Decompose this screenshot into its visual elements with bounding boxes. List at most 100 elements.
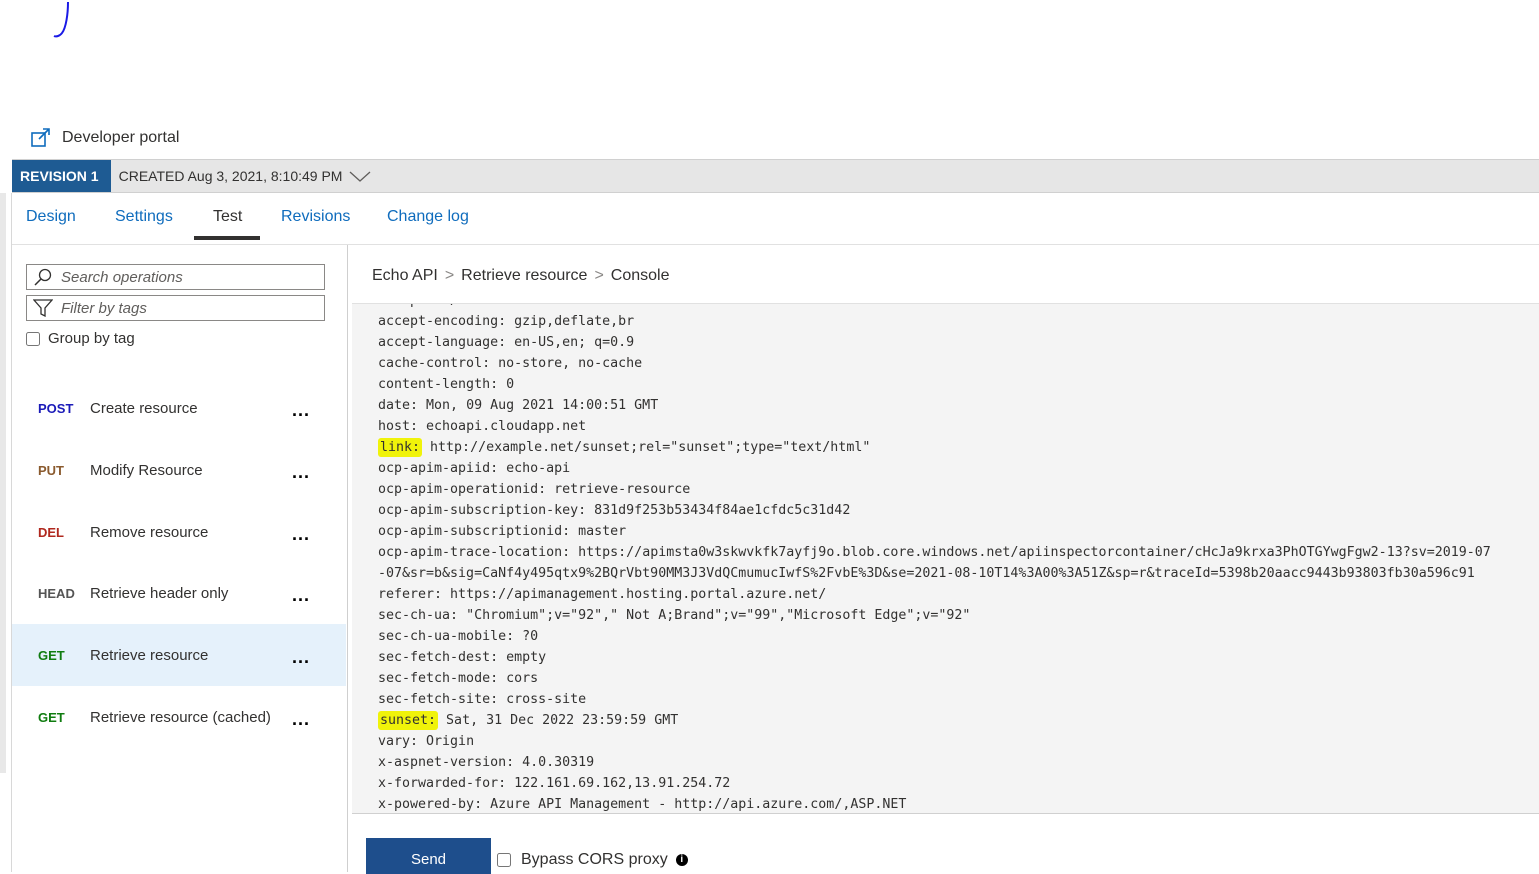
info-icon[interactable]: i — [675, 854, 688, 866]
tab-test[interactable]: Test — [213, 208, 242, 226]
bypass-cors-proxy[interactable]: Bypass CORS proxy i — [497, 851, 688, 869]
operation-name: Remove resource — [90, 523, 209, 541]
header-key: sec-ch-ua-mobile: — [378, 629, 515, 644]
operation-item[interactable]: HEAD Retrieve header only ... — [12, 562, 346, 624]
operations-panel: Group by tag POST Create resource ... PU… — [12, 245, 348, 872]
header-key: x-aspnet-version: — [378, 755, 515, 770]
more-options-icon[interactable]: ... — [292, 586, 310, 604]
console-line: host: echoapi.cloudapp.net — [378, 416, 1491, 437]
header-value: -07&sr=b&sig=CaNf4y495qtx9%2BQrVbt90MM3J… — [378, 566, 1475, 581]
header-key: sec-fetch-mode: — [378, 671, 499, 686]
header-key: sunset: — [378, 711, 439, 730]
method-badge: POST — [38, 400, 74, 416]
revision-dropdown[interactable]: CREATED Aug 3, 2021, 8:10:49 PM — [119, 168, 373, 184]
more-options-icon[interactable]: ... — [292, 648, 310, 666]
chevron-down-icon — [350, 171, 371, 182]
header-value: ?0 — [514, 629, 539, 644]
tab-bar: Design Settings Test Revisions Change lo… — [12, 194, 1539, 245]
operation-item[interactable]: POST Create resource ... — [12, 377, 346, 439]
filter-input[interactable] — [59, 298, 313, 318]
header-value: 122.161.69.162,13.91.254.72 — [506, 776, 731, 791]
header-key: sec-fetch-site: — [378, 692, 499, 707]
breadcrumb-page: Console — [610, 267, 670, 284]
header-value: echoapi.cloudapp.net — [418, 419, 587, 434]
header-value: http://example.net/sunset;rel="sunset";t… — [422, 440, 871, 455]
method-badge: GET — [38, 709, 65, 725]
more-options-icon[interactable]: ... — [292, 463, 310, 481]
operation-item[interactable]: GET Retrieve resource (cached) ... — [12, 686, 346, 748]
operation-name: Create resource — [90, 399, 198, 417]
header-value: 831d9f253b53434f84ae1cfdc5c31d42 — [586, 503, 851, 518]
tab-change-log[interactable]: Change log — [387, 208, 469, 226]
header-key: referer: — [378, 587, 443, 602]
console-line: link: http://example.net/sunset;rel="sun… — [378, 437, 1491, 458]
header-key: ocp-apim-apiid: — [378, 461, 499, 476]
console-line: content-length: 0 — [378, 374, 1491, 395]
breadcrumb-api[interactable]: Echo API — [372, 267, 438, 284]
header-key: date: — [378, 398, 419, 413]
send-button[interactable]: Send — [366, 838, 491, 874]
header-value: Origin — [418, 734, 475, 749]
console-line: vary: Origin — [378, 731, 1491, 752]
operation-name: Modify Resource — [90, 461, 203, 479]
group-by-tag[interactable]: Group by tag — [26, 330, 135, 347]
header-key: cache-control: — [378, 356, 491, 371]
operation-name: Retrieve header only — [90, 584, 229, 602]
breadcrumb: Echo API > Retrieve resource > Console — [372, 267, 670, 285]
operation-name: Retrieve resource (cached) — [90, 708, 271, 726]
console-line: accept-encoding: gzip,deflate,br — [378, 311, 1491, 332]
more-options-icon[interactable]: ... — [292, 525, 310, 543]
header-value: empty — [498, 650, 547, 665]
tab-design[interactable]: Design — [26, 208, 76, 226]
console-line: sec-fetch-site: cross-site — [378, 689, 1491, 710]
console-line: sunset: Sat, 31 Dec 2022 23:59:59 GMT — [378, 710, 1491, 731]
header-key: content-length: — [378, 377, 499, 392]
console-actions: Send Bypass CORS proxy i — [352, 814, 1539, 874]
pen-scribble — [53, 1, 69, 38]
header-value: https://apimanagement.hosting.portal.azu… — [442, 587, 827, 602]
header-value: no-store, no-cache — [490, 356, 643, 371]
console-line: x-powered-by: Azure API Management - htt… — [378, 794, 1491, 813]
header-key: host: — [378, 419, 419, 434]
console-line: ocp-apim-apiid: echo-api — [378, 458, 1491, 479]
breadcrumb-operation[interactable]: Retrieve resource — [461, 267, 587, 284]
left-edge-scrollbar[interactable] — [0, 193, 6, 773]
console-panel: Echo API > Retrieve resource > Console accep… — [352, 245, 1539, 874]
console-line: x-forwarded-for: 122.161.69.162,13.91.25… — [378, 773, 1491, 794]
operation-item-selected[interactable]: GET Retrieve resource ... — [12, 624, 346, 686]
operation-name: Retrieve resource — [90, 646, 209, 664]
header-value: https://apimsta0w3skwvkfk7ayfj9o.blob.co… — [570, 545, 1491, 560]
operation-item[interactable]: PUT Modify Resource ... — [12, 439, 346, 501]
console-line: -07&sr=b&sig=CaNf4y495qtx9%2BQrVbt90MM3J… — [378, 563, 1491, 584]
tab-revisions[interactable]: Revisions — [281, 208, 350, 226]
tab-settings[interactable]: Settings — [115, 208, 173, 226]
header-value: echo-api — [498, 461, 571, 476]
header-value: master — [570, 524, 627, 539]
response-console[interactable]: accept: */*accept-encoding: gzip,deflate… — [352, 303, 1539, 814]
header-value: cors — [498, 671, 539, 686]
header-value: cross-site — [498, 692, 587, 707]
console-line: ocp-apim-subscription-key: 831d9f253b534… — [378, 500, 1491, 521]
bypass-cors-checkbox[interactable] — [497, 853, 511, 867]
filter-icon — [33, 299, 53, 317]
console-line: sec-fetch-mode: cors — [378, 668, 1491, 689]
method-badge: HEAD — [38, 585, 75, 601]
header-value: gzip,deflate,br — [506, 314, 635, 329]
method-badge: GET — [38, 647, 65, 663]
more-options-icon[interactable]: ... — [292, 401, 310, 419]
more-options-icon[interactable]: ... — [292, 710, 310, 728]
operation-item[interactable]: DEL Remove resource ... — [12, 501, 346, 563]
console-line: ocp-apim-trace-location: https://apimsta… — [378, 542, 1491, 563]
header-key: ocp-apim-subscriptionid: — [378, 524, 571, 539]
breadcrumb-separator: > — [444, 267, 455, 284]
console-line: sec-fetch-dest: empty — [378, 647, 1491, 668]
search-input[interactable] — [59, 267, 313, 287]
group-by-tag-checkbox[interactable] — [26, 331, 40, 346]
developer-portal-link[interactable]: Developer portal — [30, 126, 179, 150]
header-value: en-US,en; q=0.9 — [506, 335, 635, 350]
header-key: vary: — [378, 734, 419, 749]
console-line: x-aspnet-version: 4.0.30319 — [378, 752, 1491, 773]
console-line: ocp-apim-subscriptionid: master — [378, 521, 1491, 542]
filter-box[interactable] — [26, 295, 325, 321]
search-box[interactable] — [26, 264, 325, 290]
